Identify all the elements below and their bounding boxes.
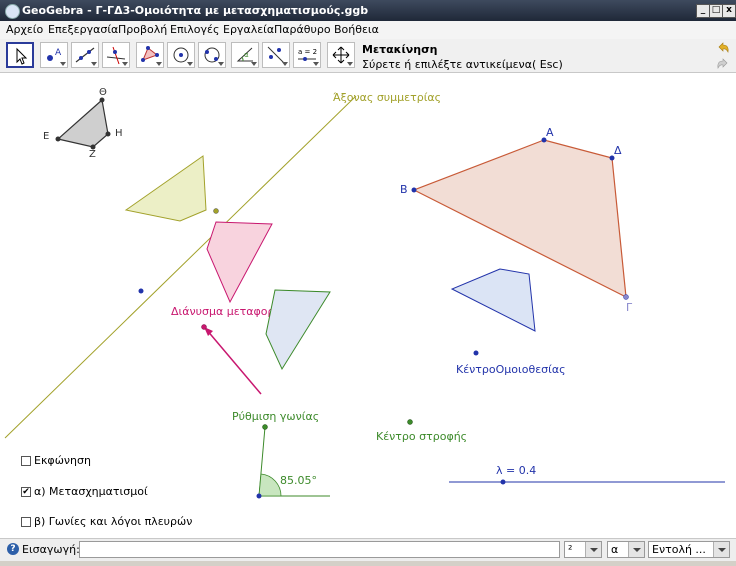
svg-text:a = 2: a = 2 xyxy=(298,48,317,56)
active-tool-help: Σύρετε ή επιλέξτε αντικείμενα( Esc) xyxy=(362,58,563,71)
geogebra-logo-icon xyxy=(5,4,20,19)
vertex-e-label: Ε xyxy=(43,131,49,142)
move-view-tool-button[interactable] xyxy=(327,42,355,68)
close-button[interactable]: x xyxy=(722,4,736,18)
homothety-center-point[interactable] xyxy=(473,350,479,356)
menu-options[interactable]: Επιλογές xyxy=(170,23,219,36)
checkbox-transformations[interactable]: ✔ α) Μετασχηματισμοί xyxy=(21,485,148,498)
checkbox-angles-ratios[interactable]: β) Γωνίες και λόγοι πλευρών xyxy=(21,515,192,528)
perpendicular-tool-button[interactable] xyxy=(102,42,130,68)
homothety-center-label: ΚέντροΟμοιοθεσίας xyxy=(456,363,566,376)
menu-help[interactable]: Βοήθεια xyxy=(334,23,379,36)
checkbox-angles-ratios-box[interactable] xyxy=(21,517,31,527)
line-tool-button[interactable] xyxy=(71,42,99,68)
angle-value-label: 85.05° xyxy=(280,474,317,487)
greek-combo-value: α xyxy=(611,543,619,556)
conic-tool-button[interactable] xyxy=(198,42,226,68)
input-field[interactable] xyxy=(79,541,560,558)
move-tool-button[interactable] xyxy=(6,42,34,68)
homothetic-quadrilateral[interactable] xyxy=(450,268,536,332)
chevron-down-icon[interactable] xyxy=(713,542,729,557)
vertex-b-point[interactable] xyxy=(411,187,417,193)
vertex-h-point[interactable] xyxy=(105,131,111,137)
polygon-tool-button[interactable] xyxy=(136,42,164,68)
vertex-z-label: Ζ xyxy=(89,149,96,160)
slider-tool-button[interactable]: a = 2 xyxy=(293,42,321,68)
menu-view[interactable]: Προβολή xyxy=(118,23,167,36)
lambda-slider-handle[interactable] xyxy=(500,479,506,485)
graphics-view[interactable]: Άξονας συμμετρίας Θ Ε Ζ Η Διάνυσμα μεταφ… xyxy=(0,74,736,538)
vertex-h-label: Η xyxy=(115,128,123,139)
svg-text:α: α xyxy=(244,51,249,59)
reflected-quadrilateral[interactable] xyxy=(124,155,207,222)
symmetry-axis-line[interactable] xyxy=(4,95,357,439)
vertex-g-label: Γ xyxy=(626,301,633,314)
menu-file[interactable]: Αρχείο xyxy=(6,23,43,36)
vector-start-point[interactable] xyxy=(201,324,207,330)
angle-vertex-point[interactable] xyxy=(256,493,262,499)
reflect-tool-button[interactable] xyxy=(262,42,290,68)
redo-icon[interactable] xyxy=(716,57,730,71)
taskbar-strip xyxy=(0,561,736,566)
checkbox-statement[interactable]: Εκφώνηση xyxy=(21,454,91,467)
angle-arc xyxy=(258,473,282,497)
cursor-arrow-icon xyxy=(16,47,28,65)
angle-setting-label: Ρύθμιση γωνίας xyxy=(232,410,319,423)
circle-tool-button[interactable] xyxy=(167,42,195,68)
quadrilateral-ezht[interactable] xyxy=(56,98,109,148)
vertex-d-label: Δ xyxy=(614,144,622,157)
minimize-button[interactable]: _ xyxy=(696,4,710,18)
chevron-down-icon[interactable] xyxy=(585,542,601,557)
rotated-quadrilateral[interactable] xyxy=(265,289,331,371)
point-tool-button[interactable]: A xyxy=(40,42,68,68)
checkbox-angles-ratios-label: β) Γωνίες και λόγοι πλευρών xyxy=(34,515,193,528)
vertex-e-point[interactable] xyxy=(55,136,61,142)
vertex-b-label: Β xyxy=(400,183,408,196)
menu-edit[interactable]: Επεξεργασία xyxy=(48,23,118,36)
symbols-combo-value: ² xyxy=(568,543,573,556)
checkbox-transformations-label: α) Μετασχηματισμοί xyxy=(34,485,148,498)
menu-bar: Αρχείο Επεξεργασία Προβολή Επιλογές Εργα… xyxy=(0,21,736,39)
window-title-bar: GeoGebra - Γ-ΓΔ3-Ομοιότητα με μετασχηματ… xyxy=(0,0,736,21)
rotation-center-point[interactable] xyxy=(407,419,413,425)
command-combo[interactable]: Εντολή ... xyxy=(648,541,730,558)
symbols-combo[interactable]: ² xyxy=(564,541,602,558)
checkbox-transformations-box[interactable]: ✔ xyxy=(21,487,31,497)
greek-combo[interactable]: α xyxy=(607,541,645,558)
symmetry-axis-label: Άξονας συμμετρίας xyxy=(333,91,441,104)
window-title: GeoGebra - Γ-ΓΔ3-Ομοιότητα με μετασχηματ… xyxy=(22,4,369,17)
translated-quadrilateral[interactable] xyxy=(206,221,273,304)
translation-vector[interactable] xyxy=(205,328,262,395)
undo-icon[interactable] xyxy=(716,41,730,55)
command-combo-value: Εντολή ... xyxy=(652,543,706,556)
vertex-theta-label: Θ xyxy=(99,87,107,98)
axis-point[interactable] xyxy=(138,288,144,294)
menu-window[interactable]: Παράθυρο xyxy=(274,23,331,36)
active-tool-name: Μετακίνηση xyxy=(362,43,438,56)
lambda-slider-label: λ = 0.4 xyxy=(496,464,536,477)
help-icon[interactable]: ? xyxy=(7,543,19,555)
checkbox-statement-box[interactable] xyxy=(21,456,31,466)
angle-tool-button[interactable]: α xyxy=(231,42,259,68)
vertex-theta-point[interactable] xyxy=(99,97,105,103)
maximize-button[interactable]: □ xyxy=(709,4,723,18)
menu-tools[interactable]: Εργαλεία xyxy=(223,23,274,36)
input-label: Εισαγωγή: xyxy=(22,543,80,556)
rotation-center-label: Κέντρο στροφής xyxy=(376,430,467,443)
input-bar: ? Εισαγωγή: ² α Εντολή ... xyxy=(0,538,736,561)
chevron-down-icon[interactable] xyxy=(628,542,644,557)
angle-handle-point[interactable] xyxy=(262,424,268,430)
vertex-g-point[interactable] xyxy=(623,294,629,300)
svg-text:A: A xyxy=(55,48,62,58)
vertex-a-label: Α xyxy=(546,126,554,139)
checkbox-statement-label: Εκφώνηση xyxy=(34,454,91,467)
axis-point-olive[interactable] xyxy=(213,208,219,214)
